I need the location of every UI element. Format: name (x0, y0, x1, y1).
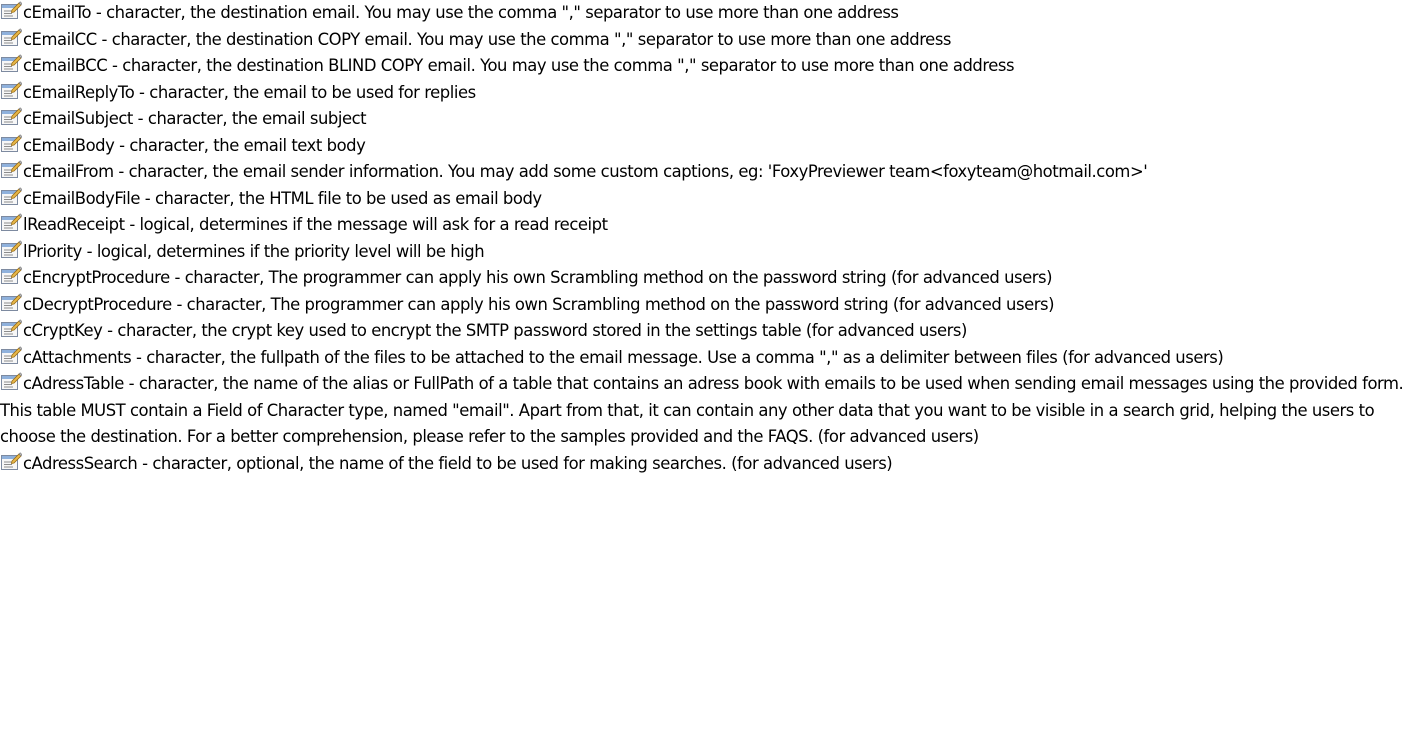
property-text: lPriority - logical, determines if the p… (23, 241, 485, 261)
property-item-cemailbcc: cEmailBCC - character, the destination B… (0, 53, 1409, 80)
property-icon (0, 213, 22, 233)
property-item-cemailsubject: cEmailSubject - character, the email sub… (0, 106, 1409, 133)
property-list: cEmailTo - character, the destination em… (0, 0, 1409, 477)
property-item-cemailbody: cEmailBody - character, the email text b… (0, 133, 1409, 160)
property-text: cEmailReplyTo - character, the email to … (23, 82, 476, 102)
property-item-cemailfrom: cEmailFrom - character, the email sender… (0, 159, 1409, 186)
property-icon (0, 239, 22, 260)
property-icon (0, 451, 22, 472)
property-icon (0, 160, 22, 180)
property-item-cadresstable: cAdressTable - character, the name of th… (0, 371, 1409, 451)
property-text: cEmailSubject - character, the email sub… (23, 109, 367, 128)
property-icon (0, 372, 22, 392)
property-text: cEmailTo - character, the destination em… (23, 3, 899, 22)
property-text: cEmailCC - character, the destination CO… (23, 29, 951, 49)
property-icon (0, 54, 22, 74)
property-item-cencryptprocedure: cEncryptProcedure - character, The progr… (0, 265, 1409, 292)
property-text: cAdressSearch - character, optional, the… (23, 453, 893, 473)
property-item-cemailreplyto: cEmailReplyTo - character, the email to … (0, 80, 1409, 107)
property-icon (0, 27, 22, 48)
property-text: cAdressTable - character, the name of th… (0, 374, 1404, 446)
property-text: cAttachments - character, the fullpath o… (23, 347, 1224, 367)
property-item-ccryptkey: cCryptKey - character, the crypt key use… (0, 318, 1409, 345)
property-text: cEmailBodyFile - character, the HTML fil… (23, 188, 542, 208)
property-text: cCryptKey - character, the crypt key use… (23, 321, 967, 340)
property-text: cEncryptProcedure - character, The progr… (23, 268, 1053, 287)
property-item-lreadreceipt: lReadReceipt - logical, determines if th… (0, 212, 1409, 239)
property-icon (0, 1, 22, 21)
property-text: cEmailFrom - character, the email sender… (23, 162, 1148, 181)
property-text: cEmailBCC - character, the destination B… (23, 56, 1015, 75)
property-item-cattachments: cAttachments - character, the fullpath o… (0, 345, 1409, 372)
property-icon (0, 107, 22, 127)
property-item-cemailcc: cEmailCC - character, the destination CO… (0, 27, 1409, 54)
property-item-lpriority: lPriority - logical, determines if the p… (0, 239, 1409, 266)
property-item-cdecryptprocedure: cDecryptProcedure - character, The progr… (0, 292, 1409, 319)
property-text: cEmailBody - character, the email text b… (23, 135, 366, 155)
property-icon (0, 186, 22, 207)
property-item-cemailbodyfile: cEmailBodyFile - character, the HTML fil… (0, 186, 1409, 213)
property-text: cDecryptProcedure - character, The progr… (23, 294, 1055, 314)
property-icon (0, 319, 22, 339)
property-icon (0, 80, 22, 101)
property-item-cemailto: cEmailTo - character, the destination em… (0, 0, 1409, 27)
property-icon (0, 292, 22, 313)
property-icon (0, 266, 22, 286)
property-icon (0, 345, 22, 366)
property-icon (0, 133, 22, 154)
property-item-cadresssearch: cAdressSearch - character, optional, the… (0, 451, 1409, 478)
property-text: lReadReceipt - logical, determines if th… (23, 215, 608, 234)
